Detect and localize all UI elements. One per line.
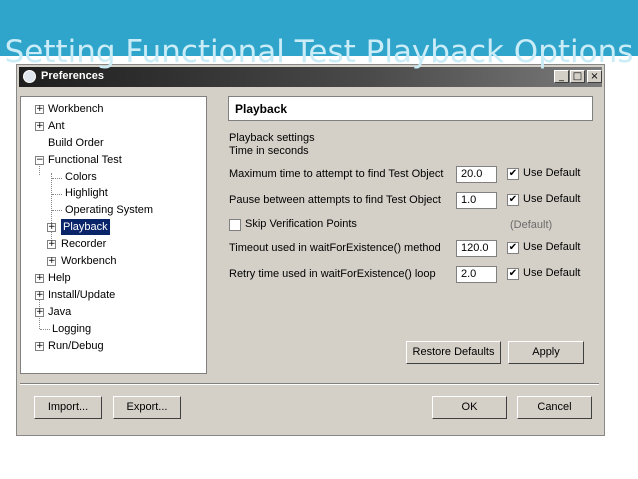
- tree-item-run-debug[interactable]: Run/Debug: [48, 338, 104, 354]
- use-default-label: Use Default: [523, 167, 581, 179]
- panel-title: Playback: [235, 102, 288, 116]
- cancel-button[interactable]: Cancel: [517, 396, 592, 419]
- default-note: (Default): [510, 219, 553, 231]
- window-title: Preferences: [41, 70, 104, 82]
- maximize-button[interactable]: □: [570, 70, 585, 83]
- ok-button[interactable]: OK: [432, 396, 507, 419]
- collapse-icon[interactable]: −: [35, 156, 44, 165]
- tree-item-colors[interactable]: Colors: [65, 169, 97, 185]
- expand-icon[interactable]: +: [35, 105, 44, 114]
- tree-item-recorder[interactable]: Recorder: [61, 236, 106, 252]
- expand-icon[interactable]: +: [35, 122, 44, 131]
- pause-label: Pause between attempts to find Test Obje…: [229, 194, 441, 206]
- section-label: Playback settings: [229, 132, 315, 144]
- pause-input[interactable]: 1.0: [456, 192, 497, 209]
- max-time-input[interactable]: 20.0: [456, 166, 497, 183]
- expand-icon[interactable]: +: [35, 308, 44, 317]
- timeout-use-default-checkbox[interactable]: ✔: [507, 242, 519, 254]
- section-label: Time in seconds: [229, 145, 309, 157]
- expand-icon[interactable]: +: [35, 342, 44, 351]
- retry-label: Retry time used in waitForExistence() lo…: [229, 268, 436, 280]
- pause-use-default-checkbox[interactable]: ✔: [507, 194, 519, 206]
- preferences-tree: + Workbench + Ant Build Order − Function…: [20, 96, 207, 374]
- expand-icon[interactable]: +: [47, 257, 56, 266]
- slide-banner: [0, 0, 638, 56]
- divider: [20, 383, 599, 385]
- window-titlebar: Preferences _ □ ×: [19, 67, 602, 87]
- tree-connector: [52, 210, 62, 211]
- tree-item-logging[interactable]: Logging: [52, 321, 91, 337]
- tree-connector: [40, 329, 50, 330]
- apply-button[interactable]: Apply: [508, 341, 584, 364]
- tree-item-highlight[interactable]: Highlight: [65, 185, 108, 201]
- tree-item-ant[interactable]: Ant: [48, 118, 65, 134]
- tree-item-operating-system[interactable]: Operating System: [65, 202, 153, 218]
- app-icon: [23, 70, 36, 83]
- use-default-label: Use Default: [523, 241, 581, 253]
- expand-icon[interactable]: +: [35, 291, 44, 300]
- timeout-input[interactable]: 120.0: [456, 240, 497, 257]
- use-default-label: Use Default: [523, 193, 581, 205]
- tree-item-java[interactable]: Java: [48, 304, 71, 320]
- max-time-use-default-checkbox[interactable]: ✔: [507, 168, 519, 180]
- retry-use-default-checkbox[interactable]: ✔: [507, 268, 519, 280]
- import-button[interactable]: Import...: [34, 396, 102, 419]
- tree-item-playback[interactable]: Playback: [61, 219, 110, 235]
- tree-item-ft-workbench[interactable]: Workbench: [61, 253, 116, 269]
- tree-item-functional-test[interactable]: Functional Test: [48, 152, 122, 168]
- tree-connector: [52, 194, 62, 195]
- expand-icon[interactable]: +: [47, 223, 56, 232]
- retry-input[interactable]: 2.0: [456, 266, 497, 283]
- close-button[interactable]: ×: [587, 70, 602, 83]
- tree-connector: [51, 173, 52, 249]
- expand-icon[interactable]: +: [35, 274, 44, 283]
- panel-header: Playback: [228, 96, 593, 121]
- use-default-label: Use Default: [523, 267, 581, 279]
- tree-item-install-update[interactable]: Install/Update: [48, 287, 115, 303]
- expand-icon[interactable]: +: [47, 240, 56, 249]
- max-time-label: Maximum time to attempt to find Test Obj…: [229, 168, 444, 180]
- restore-defaults-button[interactable]: Restore Defaults: [406, 341, 501, 364]
- minimize-button[interactable]: _: [554, 70, 569, 83]
- tree-connector: [52, 178, 62, 179]
- tree-item-workbench[interactable]: Workbench: [48, 101, 103, 117]
- skip-verification-checkbox[interactable]: [229, 219, 241, 231]
- export-button[interactable]: Export...: [113, 396, 181, 419]
- tree-item-help[interactable]: Help: [48, 270, 71, 286]
- timeout-label: Timeout used in waitForExistence() metho…: [229, 242, 441, 254]
- tree-item-build-order[interactable]: Build Order: [48, 135, 104, 151]
- skip-verification-label: Skip Verification Points: [245, 218, 357, 230]
